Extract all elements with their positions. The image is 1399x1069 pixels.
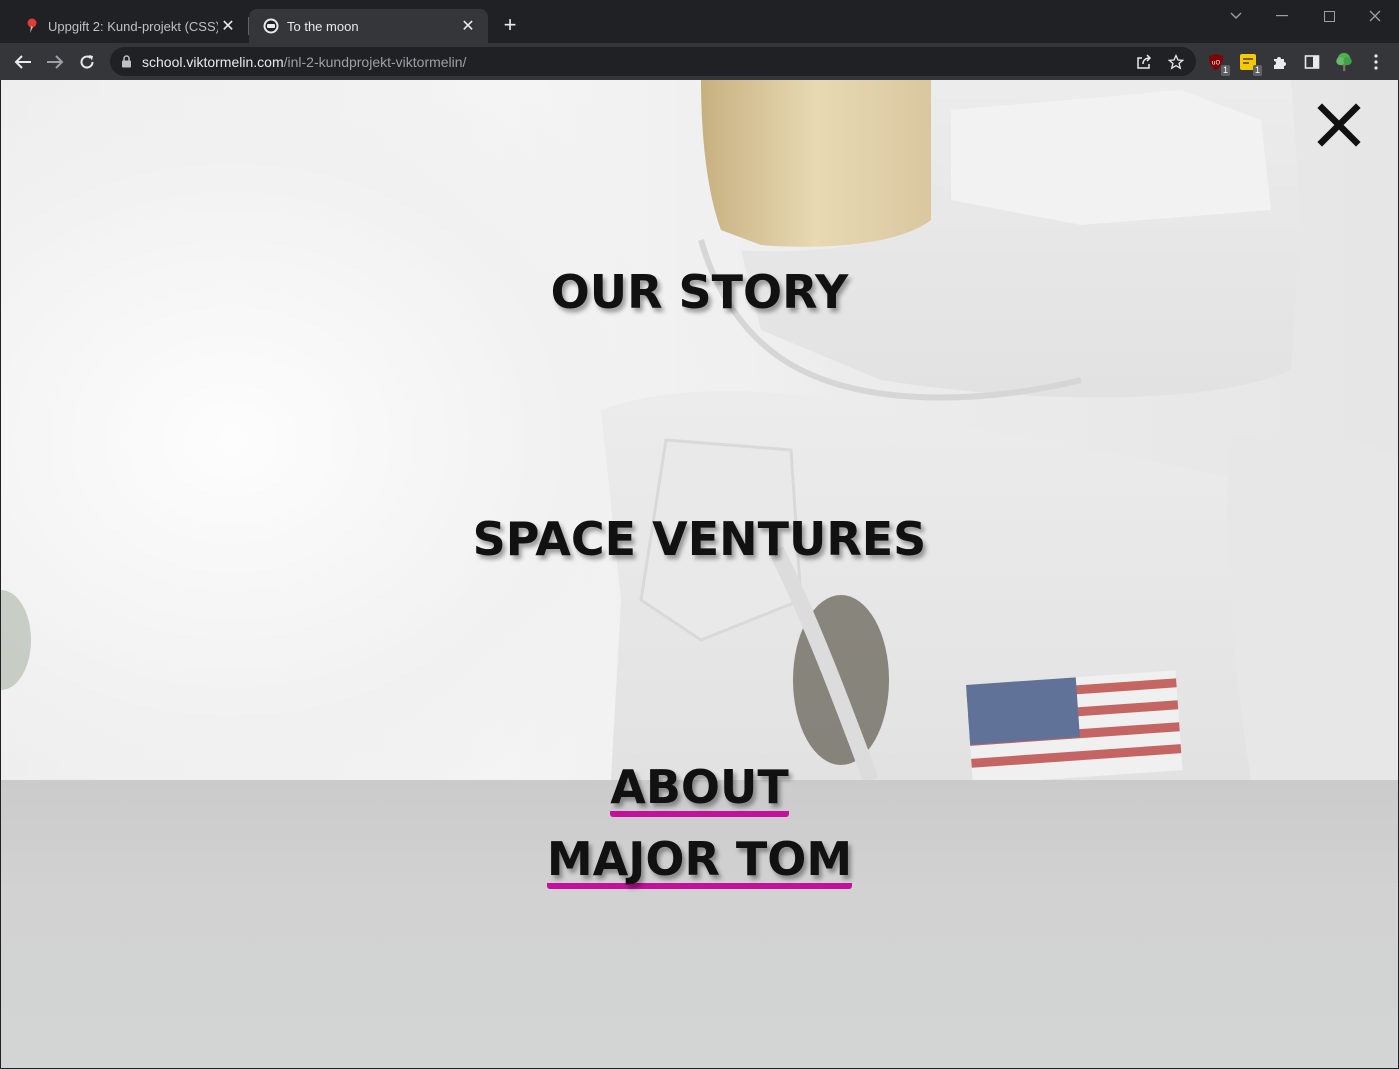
tab-search-icon[interactable] xyxy=(1224,6,1248,26)
share-icon[interactable] xyxy=(1136,54,1152,70)
back-icon[interactable] xyxy=(10,49,36,75)
extension-badge: 1 xyxy=(1220,65,1230,76)
address-bar[interactable]: school.viktormelin.com/inl-2-kundprojekt… xyxy=(110,47,1196,76)
tab-to-the-moon[interactable]: To the moon ✕ xyxy=(249,9,488,43)
nav-link-label: OUR STORY xyxy=(550,265,849,319)
puzzle-icon[interactable] xyxy=(1270,52,1290,72)
bookmark-star-icon[interactable] xyxy=(1168,54,1184,70)
ublock-icon[interactable]: uO 1 xyxy=(1206,52,1230,76)
close-tab-icon[interactable]: ✕ xyxy=(218,16,238,36)
lock-icon[interactable] xyxy=(121,55,133,69)
tab-strip: Uppgift 2: Kund-projekt (CSS) | H ✕ To t… xyxy=(0,0,1399,43)
maximize-icon[interactable] xyxy=(1317,6,1341,26)
forward-icon[interactable] xyxy=(42,49,68,75)
browser-toolbar: school.viktormelin.com/inl-2-kundprojekt… xyxy=(0,43,1399,80)
close-window-icon[interactable] xyxy=(1363,6,1387,26)
nav-link-label: MAJOR TOM xyxy=(546,835,853,890)
nav-link-our-story[interactable]: OUR STORY xyxy=(1,265,1398,319)
new-tab-button[interactable]: + xyxy=(499,14,521,37)
reload-icon[interactable] xyxy=(74,49,100,75)
svg-text:uO: uO xyxy=(1212,60,1221,67)
tab-title: To the moon xyxy=(287,18,359,34)
page-viewport: OUR STORY SPACE VENTURES ABOUT MAJOR TOM xyxy=(1,80,1398,1068)
nav-link-major-tom[interactable]: MAJOR TOM xyxy=(1,832,1398,890)
tab-uppgift[interactable]: Uppgift 2: Kund-projekt (CSS) | H ✕ xyxy=(10,9,248,43)
nav-link-label: SPACE VENTURES xyxy=(472,512,927,566)
url-path: /inl-2-kundprojekt-viktormelin/ xyxy=(283,53,467,70)
nav-link-about[interactable]: ABOUT xyxy=(1,760,1398,818)
url-host: school.viktormelin.com xyxy=(142,53,284,70)
tab-title: Uppgift 2: Kund-projekt (CSS) | H xyxy=(48,18,218,34)
close-menu-icon[interactable] xyxy=(1317,103,1361,147)
close-tab-icon[interactable]: ✕ xyxy=(458,16,478,36)
url-text: school.viktormelin.com/inl-2-kundprojekt… xyxy=(142,54,466,70)
kebab-menu-icon[interactable] xyxy=(1366,52,1386,72)
pin-icon xyxy=(24,18,40,34)
sidepanel-icon[interactable] xyxy=(1302,52,1322,72)
moon-favicon-icon xyxy=(263,18,279,34)
sticky-note-icon[interactable]: 1 xyxy=(1238,52,1262,76)
fullscreen-nav-menu: OUR STORY SPACE VENTURES ABOUT MAJOR TOM xyxy=(1,80,1398,1068)
nav-link-label: ABOUT xyxy=(610,763,789,818)
nav-link-space-ventures[interactable]: SPACE VENTURES xyxy=(1,512,1398,566)
tree-icon[interactable] xyxy=(1334,52,1354,72)
extension-badge: 1 xyxy=(1252,65,1262,76)
minimize-icon[interactable] xyxy=(1270,6,1294,26)
